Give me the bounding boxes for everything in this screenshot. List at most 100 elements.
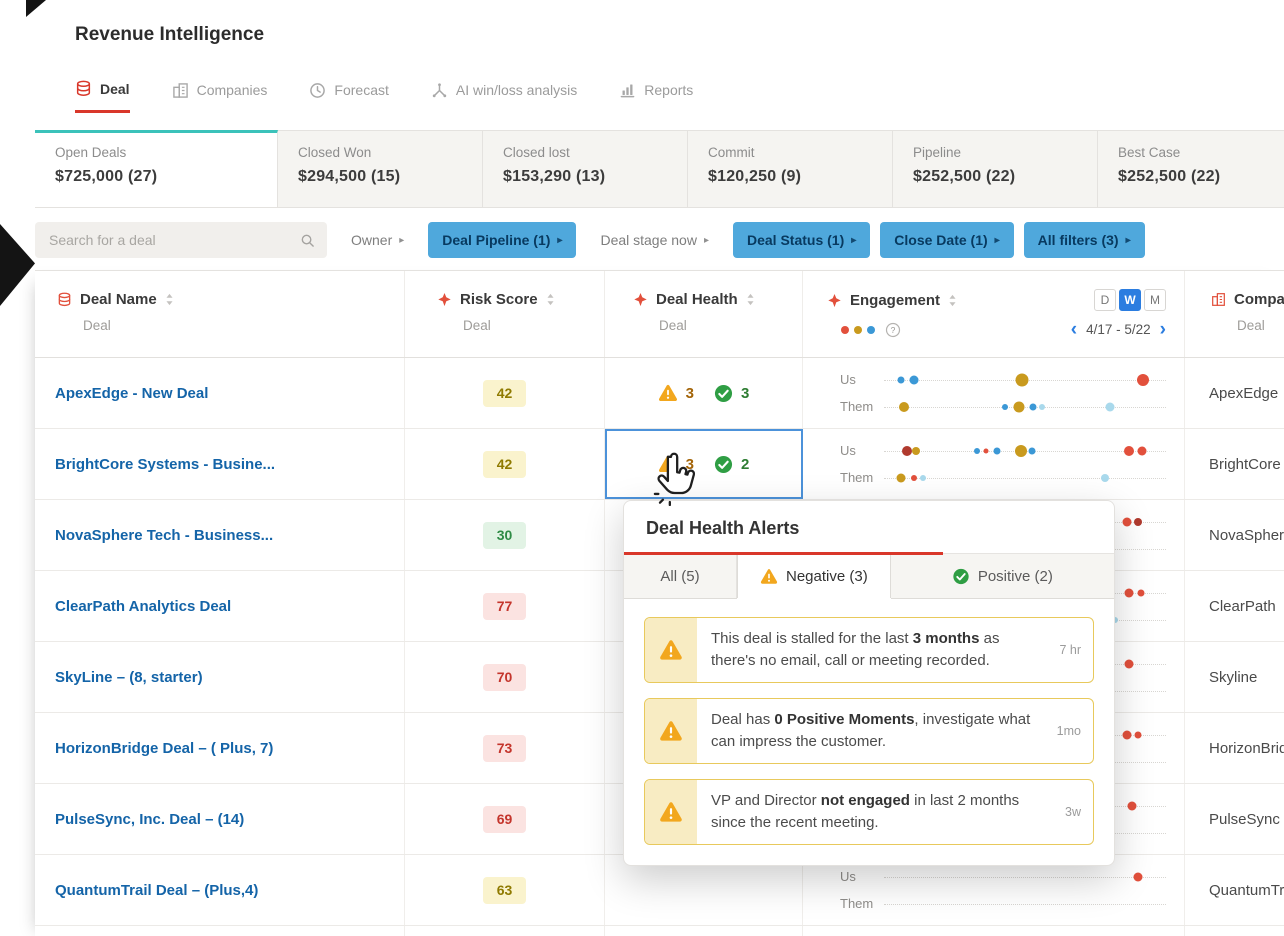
deal-name-link[interactable]: ApexEdge - New Deal: [55, 385, 208, 402]
engagement-dot: [1127, 801, 1137, 810]
engagement-dot: [1015, 373, 1029, 386]
period-toggle-d[interactable]: D: [1094, 289, 1116, 311]
deal-name-link[interactable]: BrightCore Systems - Busine...: [55, 456, 275, 473]
engagement-dot: [993, 447, 1001, 454]
search-box[interactable]: [35, 222, 327, 258]
filter-chip-deal-stage-now[interactable]: Deal stage now ▸: [586, 222, 723, 258]
deal-name-header: Deal Name Deal: [35, 271, 405, 357]
period-toggle-w[interactable]: W: [1119, 289, 1141, 311]
insight-icon: [437, 292, 452, 307]
engagement-label: Engagement: [850, 291, 941, 309]
summary-card-closed-lost[interactable]: Closed lost $153,290 (13): [483, 131, 688, 207]
engagement-dot: [1122, 517, 1132, 526]
deal-name-link[interactable]: PulseSync, Inc. Deal – (14): [55, 811, 244, 828]
company-name: BrightCore: [1209, 455, 1281, 473]
company-sub: Deal: [1237, 318, 1265, 333]
engagement-dot: [974, 447, 981, 454]
alert-text: VP and Director not engaged in last 2 mo…: [711, 792, 1020, 831]
revenue-intelligence-app: Revenue Intelligence Deal Companies Foreca…: [0, 0, 1284, 936]
engagement-dot: [1028, 447, 1036, 454]
building-icon: [1211, 292, 1226, 307]
risk-score-badge: 42: [483, 379, 526, 407]
company-name: Skyline: [1209, 668, 1258, 686]
deal-name-link[interactable]: SkyLine – (8, starter): [55, 669, 203, 686]
company-label: Company: [1234, 291, 1284, 308]
winloss-icon: [431, 82, 448, 99]
summary-card-closed-won[interactable]: Closed Won $294,500 (15): [278, 131, 483, 207]
engagement-dot: [1124, 588, 1134, 597]
deal-name-link[interactable]: NovaSphere Tech - Business...: [55, 527, 273, 544]
tab-companies[interactable]: Companies: [172, 80, 267, 113]
prev-icon[interactable]: ‹: [1071, 320, 1077, 339]
popup-tab-negative-3[interactable]: Negative (3): [737, 554, 891, 598]
risk-score-cell: 77: [405, 571, 605, 641]
check-icon: [952, 568, 970, 585]
filter-chip-close-date-1[interactable]: Close Date (1) ▸: [880, 222, 1014, 258]
chevron-right-icon: ▸: [399, 234, 405, 246]
summary-card-open-deals[interactable]: Open Deals $725,000 (27): [35, 130, 278, 207]
card-label: Open Deals: [55, 145, 127, 160]
deal-health-cell[interactable]: 3 2: [605, 429, 803, 499]
engagement-dot: [1124, 445, 1135, 456]
card-label: Pipeline: [913, 145, 962, 160]
risk-score-header: Risk Score Deal: [405, 271, 605, 357]
deal-name-link[interactable]: HorizonBridge Deal – ( Plus, 7): [55, 740, 273, 757]
deal-name-link[interactable]: ClearPath Analytics Deal: [55, 598, 231, 615]
deal-icon: [57, 292, 72, 307]
background-wedge-left: [0, 224, 35, 306]
risk-score-badge: 30: [483, 521, 526, 549]
deal-name-cell: PulseSync, Inc. Deal – (14): [35, 784, 405, 854]
them-timeline: [884, 466, 1166, 490]
tab-forecast[interactable]: Forecast: [309, 80, 389, 113]
sort-icon[interactable]: [165, 293, 174, 306]
tab-ai-win-loss-analysis[interactable]: AI win/loss analysis: [431, 80, 577, 113]
filter-chip-deal-status-1[interactable]: Deal Status (1) ▸: [733, 222, 871, 258]
health-alert-item: This deal is stalled for the last 3 mont…: [644, 617, 1094, 683]
engagement-dot: [983, 448, 989, 453]
building-icon: [172, 82, 189, 99]
company-cell: PulseSync: [1185, 784, 1284, 854]
filter-chip-all-filters-3[interactable]: All filters (3) ▸: [1023, 222, 1145, 258]
deal-name-link[interactable]: QuantumTrail Deal – (Plus,4): [55, 882, 258, 899]
company-name: ApexEdge: [1209, 384, 1279, 402]
engagement-dot: [897, 376, 905, 383]
help-icon[interactable]: ?: [885, 322, 901, 338]
next-icon[interactable]: ›: [1160, 320, 1166, 339]
warning-icon: [658, 455, 678, 473]
card-label: Closed lost: [503, 145, 570, 160]
coins-icon: [75, 80, 92, 97]
insight-icon: [633, 292, 648, 307]
engagement-header: Engagement DWM ? ‹ 4/17 - 5/22 ›: [803, 271, 1185, 357]
deal-health-cell[interactable]: [605, 926, 803, 936]
summary-card-commit[interactable]: Commit $120,250 (9): [688, 131, 893, 207]
period-toggle-m[interactable]: M: [1144, 289, 1166, 311]
popup-tab-positive-2[interactable]: Positive (2): [891, 554, 1114, 598]
risk-score-badge: 69: [483, 805, 526, 833]
summary-card-best-case[interactable]: Best Case $252,500 (22): [1098, 131, 1284, 207]
sort-icon[interactable]: [948, 294, 957, 307]
filter-chip-owner[interactable]: Owner ▸: [337, 222, 418, 258]
engagement-dot: [920, 474, 927, 481]
popup-tab-all-5[interactable]: All (5): [624, 554, 737, 598]
engagement-dot: [1029, 403, 1037, 410]
tab-deal[interactable]: Deal: [75, 80, 130, 113]
them-timeline: [884, 892, 1166, 916]
risk-score-sub: Deal: [463, 318, 491, 333]
card-label: Best Case: [1118, 145, 1181, 160]
filter-chip-deal-pipeline-1[interactable]: Deal Pipeline (1) ▸: [428, 222, 577, 258]
tab-reports[interactable]: Reports: [619, 80, 693, 113]
nav-tabs: Deal Companies Forecast AI win/loss analysi…: [75, 80, 693, 113]
search-input[interactable]: [47, 231, 300, 249]
summary-card-pipeline[interactable]: Pipeline $252,500 (22): [893, 131, 1098, 207]
deal-name-cell: BrightCore Systems - Busine...: [35, 429, 405, 499]
sort-icon[interactable]: [746, 293, 755, 306]
us-timeline: [884, 865, 1166, 889]
sort-icon[interactable]: [546, 293, 555, 306]
chevron-right-icon: ▸: [703, 234, 709, 246]
them-timeline: [884, 395, 1166, 419]
warning-icon: [645, 618, 697, 682]
risk-score-label: Risk Score: [460, 291, 538, 308]
deal-health-cell[interactable]: 3 3: [605, 358, 803, 428]
engagement-dot: [1133, 517, 1142, 526]
check-icon: [714, 384, 733, 403]
